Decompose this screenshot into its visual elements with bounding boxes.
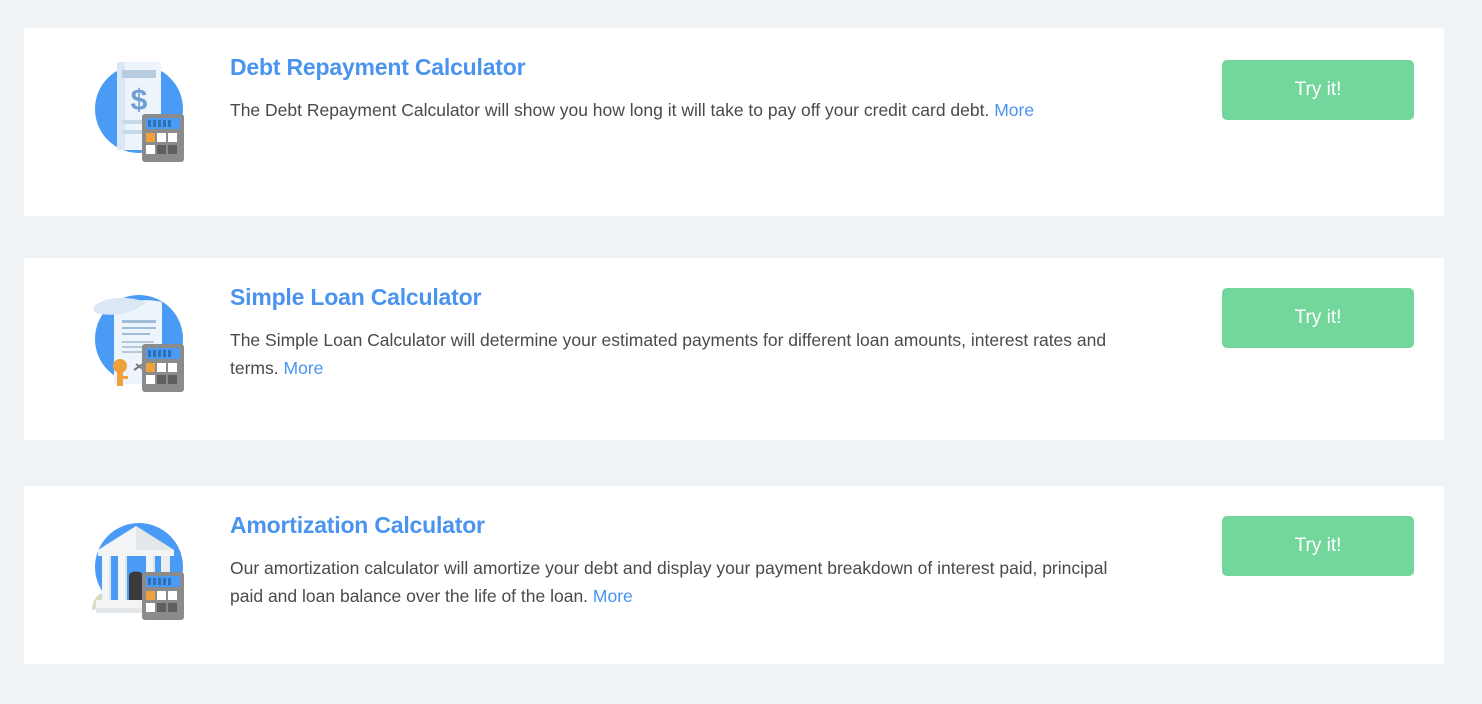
calculator-card: Simple Loan Calculator The Simple Loan C… [24,258,1444,440]
page-title: Debt Repayment Calculator [230,54,526,80]
calculator-card: $ Debt Repayment Calculator The Debt Rep… [24,28,1444,216]
card-description-text: Our amortization calculator will amortiz… [230,557,1108,606]
card-description: Our amortization calculator will amortiz… [230,540,1110,610]
card-description: The Simple Loan Calculator will determin… [230,312,1110,382]
invoice-dollar-calculator-icon: $ [84,54,194,164]
card-description-text: The Simple Loan Calculator will determin… [230,329,1107,378]
try-it-button[interactable]: Try it! [1222,516,1414,576]
card-text-block: Amortization Calculator Our amortization… [230,512,1130,610]
card-description: The Debt Repayment Calculator will show … [230,82,1110,124]
card-description-text: The Debt Repayment Calculator will show … [230,99,990,120]
more-link[interactable]: More [284,358,324,378]
bank-building-calculator-icon [84,512,194,622]
try-it-button[interactable]: Try it! [1222,60,1414,120]
try-it-button[interactable]: Try it! [1222,288,1414,348]
page-title: Simple Loan Calculator [230,284,482,310]
loan-document-key-calculator-icon [84,284,194,394]
more-link[interactable]: More [593,586,633,606]
card-text-block: Debt Repayment Calculator The Debt Repay… [230,54,1130,124]
page-title: Amortization Calculator [230,512,485,538]
card-text-block: Simple Loan Calculator The Simple Loan C… [230,284,1130,382]
svg-text:$: $ [131,84,148,117]
more-link[interactable]: More [994,100,1034,120]
calculator-list-page: $ Debt Repayment Calculator The Debt Rep… [0,0,1482,704]
calculator-card: Amortization Calculator Our amortization… [24,486,1444,664]
